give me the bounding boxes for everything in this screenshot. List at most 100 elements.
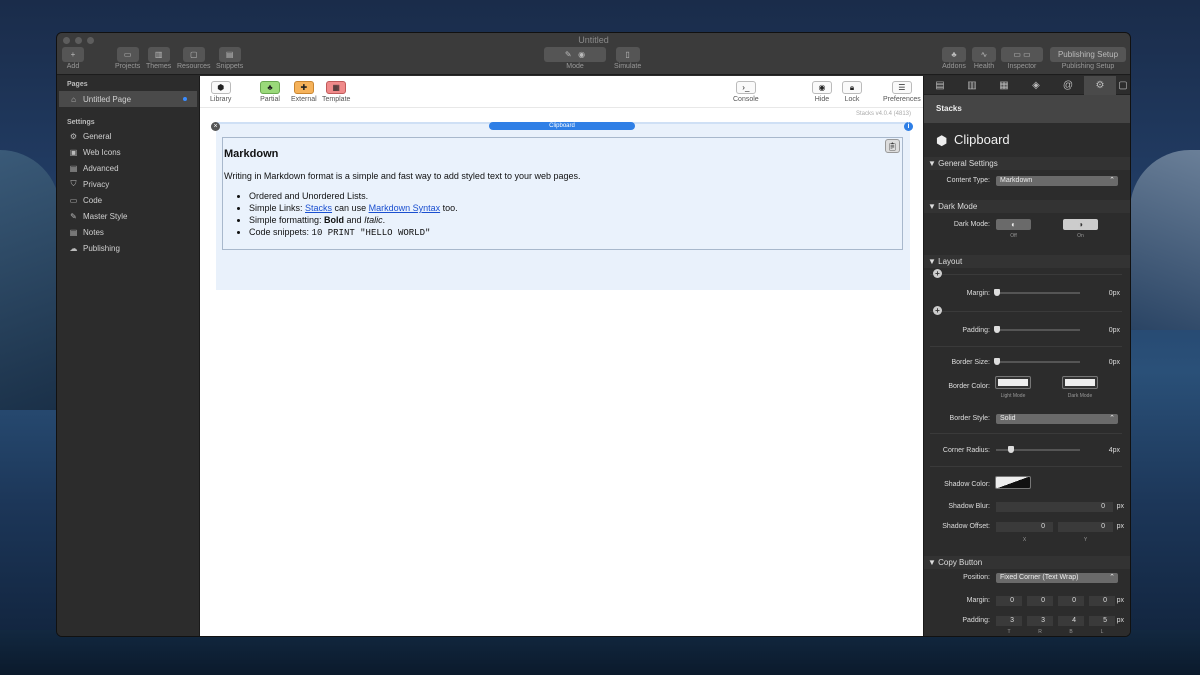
general-settings-section[interactable]: ▼ General Settings: [924, 157, 1130, 170]
code-icon: ▭: [69, 195, 78, 205]
sidebar-item-code[interactable]: ▭ Code: [57, 192, 199, 208]
sidebar-item-master-style[interactable]: ✎ Master Style: [57, 208, 199, 224]
sidebar-item-web-icons[interactable]: ▣ Web Icons: [57, 144, 199, 160]
sliders-icon: ☰: [891, 81, 912, 94]
titlebar: Untitled + Add ▭ Projects ▥ Themes ▢ Resourc…: [57, 33, 1130, 75]
tab-tag-icon[interactable]: ◈: [1020, 76, 1052, 95]
themes-icon: ▥: [147, 47, 170, 62]
shadow-offset-y-field[interactable]: 0: [1058, 522, 1113, 532]
add-margin-icon[interactable]: +: [933, 269, 942, 278]
markdown-box: 📋︎ Markdown Writing in Markdown format i…: [222, 137, 903, 250]
layout-section[interactable]: ▼ Layout: [924, 255, 1130, 268]
plus-icon: +: [62, 47, 84, 62]
tab-columns-icon[interactable]: ▦: [988, 76, 1020, 95]
inspector-panel: ▤ ▥ ▦ ◈ @ ⚙ ▢ Stacks ⬢ Clipboard ▼ Gener…: [923, 75, 1130, 636]
stacks-link[interactable]: Stacks: [305, 203, 332, 213]
stack-pill[interactable]: Clipboard: [489, 122, 635, 130]
resources-button[interactable]: ▢ Resources: [177, 47, 210, 70]
content-type-select[interactable]: Markdown: [996, 176, 1118, 186]
shadow-offset-x-field[interactable]: 0: [996, 522, 1053, 532]
copy-margin-left[interactable]: 0: [1089, 596, 1115, 606]
template-icon: ▦: [326, 81, 347, 94]
dark-mode-section[interactable]: ▼ Dark Mode: [924, 200, 1130, 213]
image-icon: ▣: [69, 147, 78, 157]
preferences-button[interactable]: ☰ Preferences: [883, 81, 921, 103]
cube-icon: ⬢: [936, 133, 948, 148]
tab-page-icon[interactable]: ▤: [924, 76, 956, 95]
partial-button[interactable]: ♣ Partial: [260, 81, 280, 103]
unsaved-dot: [183, 97, 187, 101]
markdown-syntax-link[interactable]: Markdown Syntax: [369, 203, 441, 213]
copy-margin-top[interactable]: 0: [996, 596, 1022, 606]
shadow-color-swatch[interactable]: [995, 476, 1031, 489]
markdown-intro: Writing in Markdown format is a simple a…: [224, 171, 581, 181]
border-color-light-swatch[interactable]: [995, 376, 1031, 389]
copy-padding-bottom[interactable]: 4: [1058, 616, 1084, 626]
snippets-button[interactable]: ▤ Snippets: [216, 47, 243, 70]
stack-close-icon[interactable]: ×: [211, 122, 220, 131]
margin-slider[interactable]: [996, 292, 1080, 294]
copy-padding-right[interactable]: 3: [1027, 616, 1053, 626]
border-style-select[interactable]: Solid: [996, 414, 1118, 424]
tab-gear-icon[interactable]: ⚙: [1084, 75, 1116, 95]
corner-radius-slider-knob[interactable]: [1008, 446, 1014, 453]
health-button[interactable]: ∿ Health: [972, 47, 996, 70]
app-window: Untitled + Add ▭ Projects ▥ Themes ▢ Resourc…: [56, 32, 1131, 637]
addons-icon: ♣: [942, 47, 966, 62]
stacks-version: Stacks v4.0.4 (4813): [855, 111, 911, 117]
margin-slider-knob[interactable]: [994, 289, 1000, 296]
add-padding-icon[interactable]: +: [933, 306, 942, 315]
page-item-untitled[interactable]: ⌂ Untitled Page: [59, 91, 197, 107]
sidebar-item-publishing[interactable]: ☁ Publishing: [57, 240, 199, 256]
padding-slider-knob[interactable]: [994, 326, 1000, 333]
inspector-body: ⬢ Clipboard ▼ General Settings Content T…: [924, 123, 1130, 636]
addons-button[interactable]: ♣ Addons: [942, 47, 966, 70]
list-item: Code snippets: 10 PRINT "HELLO WORLD": [249, 226, 902, 239]
border-color-dark-swatch[interactable]: [1062, 376, 1098, 389]
resources-icon: ▢: [182, 47, 205, 62]
health-icon: ∿: [972, 47, 996, 62]
stack-info-icon[interactable]: i: [904, 122, 913, 131]
wallpaper-island-left: [0, 150, 60, 410]
editor-area: ⬢ Library ♣ Partial ✚ External ▦ Template ›_…: [200, 76, 925, 636]
padding-slider[interactable]: [996, 329, 1080, 331]
projects-button[interactable]: ▭ Projects: [115, 47, 140, 70]
dark-mode-on-toggle[interactable]: ◑: [1063, 219, 1098, 230]
copy-button-section[interactable]: ▼ Copy Button: [924, 556, 1130, 569]
advanced-icon: ▤: [69, 163, 78, 173]
tab-more-icon[interactable]: ▢: [1116, 76, 1130, 95]
template-button[interactable]: ▦ Template: [322, 81, 350, 103]
shield-icon: ⛉: [70, 179, 77, 188]
pencil-eye-icon: ✎ ◉: [544, 47, 606, 62]
sidebar-item-advanced[interactable]: ▤ Advanced: [57, 160, 199, 176]
list-item: Simple formatting: Bold and Italic.: [249, 214, 902, 226]
console-button[interactable]: ›_ Console: [733, 81, 759, 103]
editor-toolbar: ⬢ Library ♣ Partial ✚ External ▦ Template ›_…: [200, 76, 925, 108]
library-button[interactable]: ⬢ Library: [210, 81, 231, 103]
copy-margin-right[interactable]: 0: [1027, 596, 1053, 606]
dark-mode-off-toggle[interactable]: ◐: [996, 219, 1031, 230]
list-item: Simple Links: Stacks can use Markdown Sy…: [249, 202, 902, 214]
hide-button[interactable]: ◉ Hide: [812, 81, 832, 103]
copy-position-select[interactable]: Fixed Corner (Text Wrap): [996, 573, 1118, 583]
sidebar-item-general[interactable]: ⚙ General: [57, 128, 199, 144]
tab-layout-icon[interactable]: ▥: [956, 76, 988, 95]
shadow-blur-field[interactable]: 0: [996, 502, 1113, 512]
simulate-button[interactable]: ▯ Simulate: [614, 47, 641, 70]
copy-padding-top[interactable]: 3: [996, 616, 1022, 626]
publishing-setup-button[interactable]: Publishing Setup Publishing Setup: [1050, 47, 1126, 70]
themes-button[interactable]: ▥ Themes: [146, 47, 171, 70]
copy-margin-bottom[interactable]: 0: [1058, 596, 1084, 606]
sidebar-item-privacy[interactable]: ⛉ Privacy: [57, 176, 199, 192]
border-size-slider[interactable]: [996, 361, 1080, 363]
add-button[interactable]: + Add: [62, 47, 84, 70]
copy-padding-left[interactable]: 5: [1089, 616, 1115, 626]
lock-button[interactable]: 🔒︎ Lock: [842, 81, 862, 103]
sidebar-item-notes[interactable]: ▤ Notes: [57, 224, 199, 240]
copy-clipboard-button[interactable]: 📋︎: [885, 139, 900, 153]
tab-at-icon[interactable]: @: [1052, 76, 1084, 95]
inspector-button[interactable]: ▭ ▭ Inspector: [1001, 47, 1043, 70]
external-button[interactable]: ✚ External: [291, 81, 317, 103]
border-size-slider-knob[interactable]: [994, 358, 1000, 365]
mode-control[interactable]: ✎ ◉ Mode: [544, 47, 606, 70]
